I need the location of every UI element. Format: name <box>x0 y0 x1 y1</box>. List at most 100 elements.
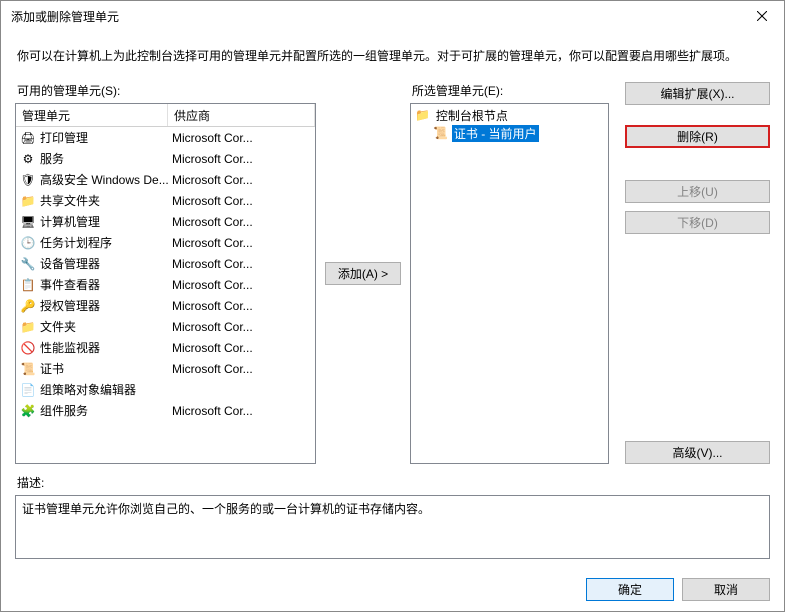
snapin-name: 共享文件夹 <box>40 192 100 209</box>
snapin-name: 授权管理器 <box>40 297 100 314</box>
shield-icon: 🛡 <box>20 172 36 188</box>
snapin-cell: 📋事件查看器 <box>16 276 168 293</box>
available-rows[interactable]: 🖨打印管理Microsoft Cor...⚙服务Microsoft Cor...… <box>16 127 315 463</box>
vendor-cell: Microsoft Cor... <box>168 152 315 166</box>
snapin-cell: 📄组策略对象编辑器 <box>16 381 168 398</box>
snapin-cell: 📜证书 <box>16 360 168 377</box>
snapin-cell: 📁共享文件夹 <box>16 192 168 209</box>
instruction-text: 你可以在计算机上为此控制台选择可用的管理单元并配置所选的一组管理单元。对于可扩展… <box>17 47 770 64</box>
selected-tree[interactable]: 📁 控制台根节点 📜 证书 - 当前用户 <box>410 103 609 464</box>
list-item[interactable]: ⚙服务Microsoft Cor... <box>16 148 315 169</box>
list-item[interactable]: 🧩组件服务 Microsoft Cor... <box>16 400 315 421</box>
close-icon <box>757 11 767 21</box>
snapin-name: 计算机管理 <box>40 213 100 230</box>
perf-icon: 🚫 <box>20 340 36 356</box>
vendor-cell: Microsoft Cor... <box>168 299 315 313</box>
selected-label: 所选管理单元(E): <box>412 82 609 99</box>
available-list-header: 管理单元 供应商 <box>16 104 315 127</box>
middle-column: 添加(A) > <box>324 82 402 464</box>
spacer <box>625 242 770 433</box>
list-item[interactable]: 📋事件查看器Microsoft Cor... <box>16 274 315 295</box>
side-buttons-column: 编辑扩展(X)... 删除(R) 上移(U) 下移(D) 高级(V)... <box>617 82 770 464</box>
cert-icon: 📜 <box>433 125 449 141</box>
snapin-cell: 🛡高级安全 Windows De... <box>16 171 168 188</box>
list-item[interactable]: 🔑授权管理器Microsoft Cor... <box>16 295 315 316</box>
vendor-cell: Microsoft Cor... <box>168 404 315 418</box>
snapin-cell: 📁文件夹 <box>16 318 168 335</box>
move-up-button[interactable]: 上移(U) <box>625 180 770 203</box>
component-icon: 🧩 <box>20 403 36 419</box>
remove-button[interactable]: 删除(R) <box>625 125 770 148</box>
snapin-name: 事件查看器 <box>40 276 100 293</box>
snapin-cell: 🚫性能监视器 <box>16 339 168 356</box>
available-list[interactable]: 管理单元 供应商 🖨打印管理Microsoft Cor...⚙服务Microso… <box>15 103 316 464</box>
snapin-name: 设备管理器 <box>40 255 100 272</box>
vendor-cell: Microsoft Cor... <box>168 257 315 271</box>
description-label: 描述: <box>17 474 770 491</box>
event-icon: 📋 <box>20 277 36 293</box>
tree-root-node[interactable]: 📁 控制台根节点 <box>413 106 606 124</box>
snapin-cell: 🕒任务计划程序 <box>16 234 168 251</box>
add-button[interactable]: 添加(A) > <box>325 262 401 285</box>
clock-icon: 🕒 <box>20 235 36 251</box>
ok-button[interactable]: 确定 <box>586 578 674 601</box>
device-icon: 🔧 <box>20 256 36 272</box>
policy-icon: 📄 <box>20 382 36 398</box>
tree-child-node[interactable]: 📜 证书 - 当前用户 <box>413 124 606 142</box>
snapin-cell: 🔧设备管理器 <box>16 255 168 272</box>
cert-icon: 📜 <box>20 361 36 377</box>
computer-icon: 🖥 <box>20 214 36 230</box>
folder-icon: 📁 <box>415 107 431 123</box>
vendor-cell: Microsoft Cor... <box>168 341 315 355</box>
list-item[interactable]: 🕒任务计划程序Microsoft Cor... <box>16 232 315 253</box>
vendor-cell: Microsoft Cor... <box>168 362 315 376</box>
available-label: 可用的管理单元(S): <box>17 82 316 99</box>
description-text: 证书管理单元允许你浏览自己的、一个服务的或一台计算机的证书存储内容。 <box>22 502 430 516</box>
advanced-button[interactable]: 高级(V)... <box>625 441 770 464</box>
snapin-name: 组策略对象编辑器 <box>40 381 136 398</box>
list-item[interactable]: 📜证书Microsoft Cor... <box>16 358 315 379</box>
snapin-cell: 🖥计算机管理 <box>16 213 168 230</box>
description-box: 证书管理单元允许你浏览自己的、一个服务的或一台计算机的证书存储内容。 <box>15 495 770 559</box>
snapin-name: 服务 <box>40 150 64 167</box>
header-snapin[interactable]: 管理单元 <box>16 104 168 126</box>
list-item[interactable]: 🔧设备管理器Microsoft Cor... <box>16 253 315 274</box>
list-item[interactable]: 📁共享文件夹Microsoft Cor... <box>16 190 315 211</box>
tree-child-label: 证书 - 当前用户 <box>452 125 539 142</box>
footer: 确定 取消 <box>1 567 784 611</box>
list-item[interactable]: 🚫性能监视器Microsoft Cor... <box>16 337 315 358</box>
gear-icon: ⚙ <box>20 151 36 167</box>
list-item[interactable]: 🖨打印管理Microsoft Cor... <box>16 127 315 148</box>
tree-root-label: 控制台根节点 <box>434 107 510 124</box>
snapin-name: 证书 <box>40 360 64 377</box>
available-column: 可用的管理单元(S): 管理单元 供应商 🖨打印管理Microsoft Cor.… <box>15 82 316 464</box>
snapin-name: 性能监视器 <box>40 339 100 356</box>
move-down-button[interactable]: 下移(D) <box>625 211 770 234</box>
close-button[interactable] <box>739 1 784 31</box>
header-vendor[interactable]: 供应商 <box>168 104 315 126</box>
dialog-body: 你可以在计算机上为此控制台选择可用的管理单元并配置所选的一组管理单元。对于可扩展… <box>1 31 784 567</box>
dialog-window: 添加或删除管理单元 你可以在计算机上为此控制台选择可用的管理单元并配置所选的一组… <box>0 0 785 612</box>
cancel-button[interactable]: 取消 <box>682 578 770 601</box>
vendor-cell: Microsoft Cor... <box>168 278 315 292</box>
snapin-name: 任务计划程序 <box>40 234 112 251</box>
auth-icon: 🔑 <box>20 298 36 314</box>
snapin-name: 组件服务 <box>40 402 88 419</box>
list-item[interactable]: 🖥计算机管理Microsoft Cor... <box>16 211 315 232</box>
list-item[interactable]: 📁文件夹Microsoft Cor... <box>16 316 315 337</box>
list-item[interactable]: 📄组策略对象编辑器 <box>16 379 315 400</box>
folder-icon: 📁 <box>20 319 36 335</box>
snapin-name: 文件夹 <box>40 318 76 335</box>
vendor-cell: Microsoft Cor... <box>168 320 315 334</box>
columns: 可用的管理单元(S): 管理单元 供应商 🖨打印管理Microsoft Cor.… <box>15 82 770 464</box>
snapin-cell: ⚙服务 <box>16 150 168 167</box>
snapin-name: 高级安全 Windows De... <box>40 171 168 188</box>
list-item[interactable]: 🛡高级安全 Windows De...Microsoft Cor... <box>16 169 315 190</box>
snapin-name: 打印管理 <box>40 129 88 146</box>
titlebar: 添加或删除管理单元 <box>1 1 784 31</box>
edit-extensions-button[interactable]: 编辑扩展(X)... <box>625 82 770 105</box>
window-title: 添加或删除管理单元 <box>11 8 739 25</box>
snapin-cell: 🖨打印管理 <box>16 129 168 146</box>
snapin-cell: 🔑授权管理器 <box>16 297 168 314</box>
vendor-cell: Microsoft Cor... <box>168 173 315 187</box>
